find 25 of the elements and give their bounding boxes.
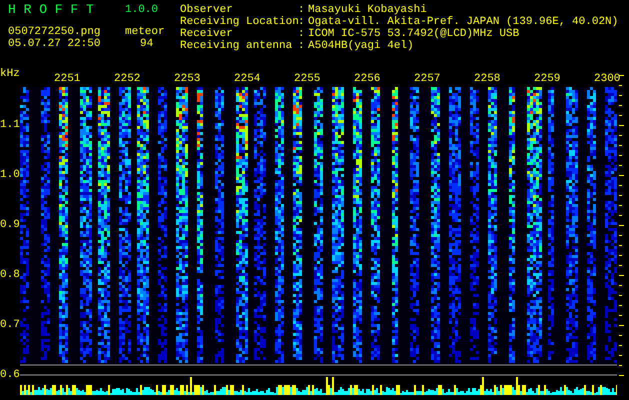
axis-label: 0.9 bbox=[0, 219, 20, 231]
app-title: H R O F F T bbox=[8, 3, 95, 17]
count-label: meteor bbox=[125, 26, 166, 38]
axis-label: 1.1 bbox=[0, 119, 20, 131]
info-value: Ogata-vill. Akita-Pref. JAPAN (139.96E, 40.02N) bbox=[308, 16, 618, 28]
info-value: A504HB(yagi 4el) bbox=[308, 40, 415, 52]
axis-label: 0.8 bbox=[0, 269, 20, 281]
unit-label: kHz bbox=[0, 68, 20, 80]
info-separator: : bbox=[298, 4, 306, 16]
info-label: Observer bbox=[180, 4, 234, 16]
info-label: Receiver bbox=[180, 28, 234, 40]
info-value: ICOM IC-575 53.7492(@LCD)MHz USB bbox=[308, 28, 520, 40]
info-label: Receiving antenna bbox=[180, 40, 294, 52]
info-label: Receiving Location bbox=[180, 16, 298, 28]
meteor-count: 94 bbox=[139, 38, 154, 50]
axis-label: 0.7 bbox=[0, 319, 20, 331]
date-time: 05.07.27 22:50 bbox=[8, 38, 102, 50]
info-separator: : bbox=[298, 28, 306, 40]
file-name: 0507272250.png bbox=[8, 26, 102, 38]
axis-label: 1.0 bbox=[0, 169, 20, 181]
axis-label: 0.6 bbox=[0, 369, 20, 381]
version-text: 1.0.0 bbox=[125, 3, 160, 17]
info-separator: : bbox=[298, 40, 306, 52]
info-value: Masayuki Kobayashi bbox=[308, 4, 428, 16]
info-separator: : bbox=[298, 16, 306, 28]
